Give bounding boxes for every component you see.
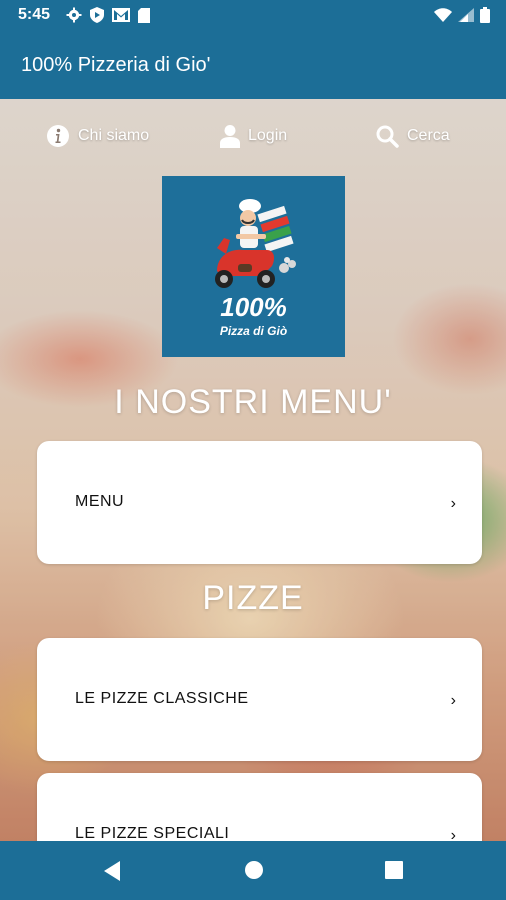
app-bar: 100% Pizzeria di Gio'	[0, 32, 506, 99]
pizze-classiche-card[interactable]: LE PIZZE CLASSICHE ›	[37, 638, 482, 761]
status-bar: 5:45	[0, 0, 506, 32]
logo-subtitle: Pizza di Giò	[219, 324, 288, 338]
nav-cerca-label: Cerca	[407, 127, 450, 144]
chevron-right-icon: ›	[450, 495, 456, 512]
pizze-speciali-label: LE PIZZE SPECIALI	[75, 825, 230, 841]
nav-login[interactable]: Login	[220, 124, 287, 148]
user-icon	[220, 125, 240, 148]
nav-login-label: Login	[248, 127, 288, 144]
info-icon	[47, 125, 69, 147]
search-icon	[376, 125, 399, 148]
section-title-menu: I NOSTRI MENU'	[114, 383, 392, 421]
pizze-speciali-card[interactable]: LE PIZZE SPECIALI ›	[37, 773, 482, 841]
nav-cerca[interactable]: Cerca	[375, 124, 450, 148]
home-icon[interactable]	[244, 860, 264, 880]
sd-card-icon	[138, 7, 150, 23]
status-time: 5:45	[18, 6, 51, 23]
recents-icon[interactable]	[384, 860, 404, 880]
main-content[interactable]: Chi siamo Login Cerca 100% Pizza di Giò …	[0, 99, 506, 841]
nav-chi-siamo-label: Chi siamo	[78, 127, 150, 144]
system-nav-bar	[0, 841, 506, 900]
section-title-pizze: PIZZE	[202, 579, 304, 617]
gmail-icon	[112, 8, 130, 22]
menu-card[interactable]: MENU ›	[37, 441, 482, 564]
wifi-icon	[434, 8, 452, 22]
logo-title: 100%	[220, 292, 287, 322]
battery-icon	[480, 7, 490, 23]
gear-icon	[66, 7, 82, 23]
nav-chi-siamo[interactable]: Chi siamo	[46, 124, 149, 148]
chevron-right-icon: ›	[450, 827, 456, 841]
signal-icon	[458, 8, 474, 22]
app-title: 100% Pizzeria di Gio'	[21, 54, 211, 76]
status-icons-left	[66, 7, 150, 23]
menu-card-label: MENU	[75, 493, 125, 510]
back-icon[interactable]	[102, 860, 122, 882]
logo: 100% Pizza di Giò	[162, 176, 345, 357]
shield-icon	[90, 7, 104, 23]
pizze-classiche-label: LE PIZZE CLASSICHE	[75, 690, 249, 707]
top-nav: Chi siamo Login Cerca	[0, 99, 506, 171]
status-icons-right	[434, 7, 490, 23]
chevron-right-icon: ›	[450, 692, 456, 709]
